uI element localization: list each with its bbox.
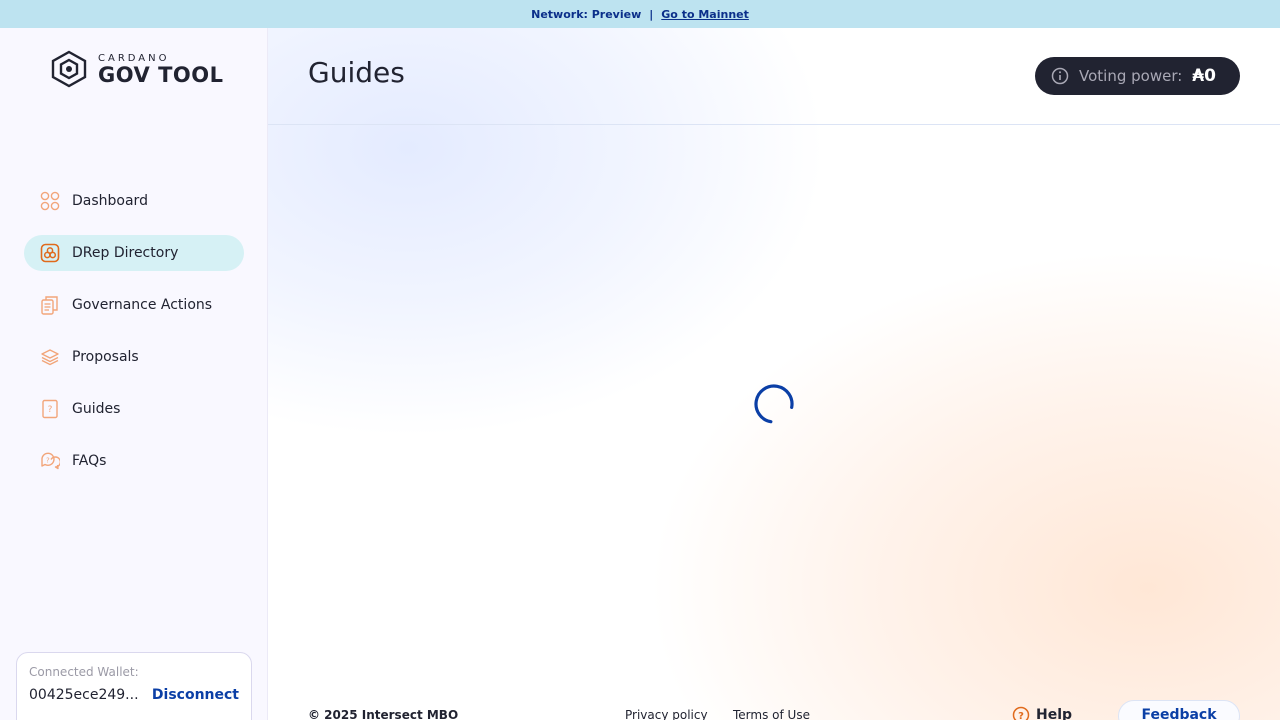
- help-link[interactable]: ? Help: [1012, 706, 1072, 720]
- sidebar-item-label: Proposals: [72, 349, 139, 365]
- sidebar-item-label: DRep Directory: [72, 245, 179, 261]
- wallet-label: Connected Wallet:: [29, 665, 139, 679]
- terms-of-use-link[interactable]: Terms of Use: [733, 708, 810, 720]
- page-header: Guides Voting power: ₳0: [268, 28, 1280, 125]
- app-logo[interactable]: CARDANO GOV TOOL: [48, 50, 224, 88]
- sidebar-item-proposals[interactable]: Proposals: [24, 339, 244, 375]
- voting-power-pill[interactable]: Voting power: ₳0: [1035, 57, 1240, 95]
- proposals-icon: [41, 349, 59, 366]
- banner-separator: |: [649, 7, 654, 21]
- svg-text:?: ?: [1018, 711, 1024, 720]
- dashboard-icon: [40, 191, 60, 211]
- network-label: Network: Preview: [531, 7, 642, 21]
- svg-text:?: ?: [46, 457, 50, 465]
- governance-actions-icon: [41, 296, 58, 315]
- sidebar-item-label: Guides: [72, 401, 121, 417]
- main-content: Guides Voting power: ₳0 © 2025 Intersect…: [268, 28, 1280, 720]
- sidebar-item-drep-directory[interactable]: DRep Directory: [24, 235, 244, 271]
- wallet-address: 00425ece249...: [29, 687, 139, 703]
- sidebar-nav: Dashboard DRep Directory Governance Acti…: [24, 183, 244, 495]
- sidebar-item-dashboard[interactable]: Dashboard: [24, 183, 244, 219]
- faqs-icon: ?: [41, 452, 60, 470]
- sidebar-item-label: Dashboard: [72, 193, 148, 209]
- sidebar-item-guides[interactable]: ? Guides: [24, 391, 244, 427]
- page-footer: © 2025 Intersect MBO Privacy policy Term…: [268, 700, 1280, 720]
- disconnect-button[interactable]: Disconnect: [152, 687, 239, 703]
- svg-text:?: ?: [48, 405, 53, 415]
- help-label: Help: [1036, 707, 1073, 720]
- help-icon: ?: [1012, 706, 1030, 720]
- copyright-text: © 2025 Intersect MBO: [308, 708, 459, 720]
- voting-power-value: ₳0: [1192, 66, 1216, 86]
- logo-small-text: CARDANO: [98, 52, 170, 64]
- page-title: Guides: [308, 56, 405, 89]
- info-icon: [1051, 67, 1069, 85]
- sidebar-item-faqs[interactable]: ? FAQs: [24, 443, 244, 479]
- drep-directory-icon: [40, 243, 60, 263]
- privacy-policy-link[interactable]: Privacy policy: [625, 708, 708, 720]
- go-to-mainnet-link[interactable]: Go to Mainnet: [661, 8, 749, 21]
- sidebar-item-governance-actions[interactable]: Governance Actions: [24, 287, 244, 323]
- network-banner: Network: Preview | Go to Mainnet: [0, 0, 1280, 28]
- connected-wallet-card: Connected Wallet: 00425ece249... Disconn…: [16, 652, 252, 720]
- sidebar-item-label: FAQs: [72, 453, 107, 469]
- feedback-button[interactable]: Feedback: [1118, 700, 1240, 720]
- sidebar-item-label: Governance Actions: [72, 297, 213, 313]
- sidebar: CARDANO GOV TOOL Dashboard DRep Director…: [0, 28, 268, 720]
- logo-big-text: GOV TOOL: [98, 62, 224, 87]
- voting-power-label: Voting power:: [1079, 67, 1183, 85]
- loading-spinner-icon: [754, 384, 794, 424]
- guides-icon: ?: [42, 399, 58, 419]
- cardano-logo-icon: [51, 50, 87, 88]
